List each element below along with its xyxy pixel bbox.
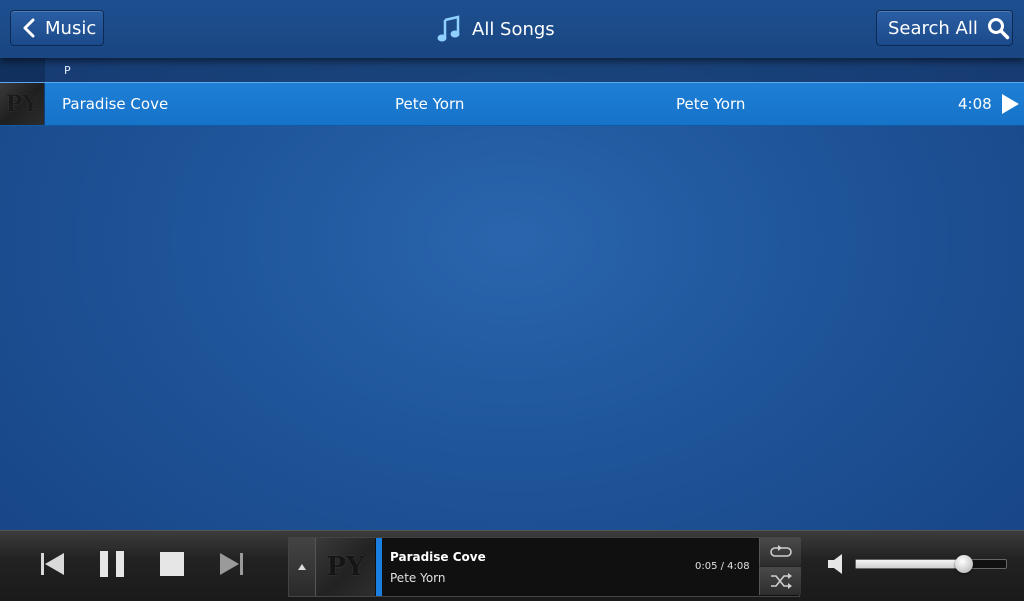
play-icon[interactable] — [1000, 93, 1020, 115]
stop-icon[interactable] — [156, 548, 188, 580]
page-title: All Songs — [472, 18, 555, 40]
shuffle-button[interactable] — [759, 567, 801, 595]
now-playing-accent-bar — [376, 538, 382, 596]
album-art-thumbnail: PY — [0, 83, 45, 125]
song-duration: 4:08 — [958, 95, 992, 113]
back-button[interactable]: Music — [10, 10, 104, 46]
skip-next-icon[interactable] — [216, 548, 248, 580]
now-playing-album-art: PY — [316, 538, 375, 596]
song-title: Paradise Cove — [62, 95, 169, 113]
section-header: P — [0, 58, 1024, 82]
repeat-icon — [769, 545, 792, 557]
search-icon — [987, 18, 1010, 40]
now-playing-title: Paradise Cove — [390, 550, 486, 564]
volume-fill — [856, 560, 964, 568]
repeat-button[interactable] — [759, 538, 801, 567]
shuffle-icon — [770, 573, 792, 589]
section-letter: P — [64, 64, 71, 77]
header: Music All Songs Search All — [0, 0, 1024, 58]
song-row[interactable]: PY Paradise Cove Pete Yorn Pete Yorn 4:0… — [0, 82, 1024, 126]
player-bar: PY Paradise Cove Pete Yorn 0:05 / 4:08 — [0, 530, 1024, 601]
skip-previous-icon[interactable] — [36, 548, 68, 580]
speaker-icon[interactable] — [826, 552, 848, 576]
back-button-label: Music — [45, 17, 97, 39]
song-album: Pete Yorn — [676, 95, 746, 113]
search-all-label: Search All — [888, 17, 978, 39]
pause-icon[interactable] — [96, 548, 128, 580]
now-playing-time: 0:05 / 4:08 — [695, 561, 750, 572]
search-all-button[interactable]: Search All — [876, 10, 1013, 46]
volume-knob[interactable] — [955, 555, 973, 573]
page-title-wrap: All Songs — [436, 12, 555, 46]
chevron-left-icon — [23, 18, 35, 38]
now-playing-panel[interactable]: PY Paradise Cove Pete Yorn 0:05 / 4:08 — [288, 537, 801, 597]
song-artist: Pete Yorn — [395, 95, 465, 113]
music-note-icon — [437, 15, 460, 42]
volume-slider[interactable] — [855, 555, 1007, 573]
expand-player-button[interactable] — [289, 538, 316, 596]
now-playing-artist: Pete Yorn — [390, 571, 446, 585]
expand-up-icon — [298, 564, 306, 570]
